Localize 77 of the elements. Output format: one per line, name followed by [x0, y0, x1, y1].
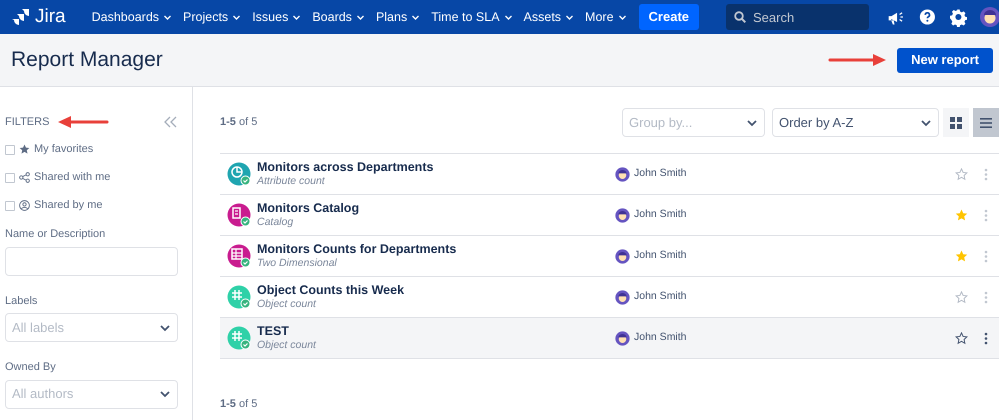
- nav-menu[interactable]: More: [585, 8, 627, 26]
- settings-icon[interactable]: [950, 7, 968, 27]
- create-button[interactable]: Create: [638, 4, 699, 30]
- jira-logo-icon: [10, 9, 30, 25]
- logo-text: Jira: [35, 4, 66, 29]
- avatar-icon: [615, 290, 630, 304]
- star-icon[interactable]: [955, 250, 968, 262]
- nav-menu[interactable]: Assets: [524, 8, 574, 26]
- view-toggle[interactable]: [973, 108, 999, 137]
- help-icon[interactable]: [919, 7, 936, 27]
- nav-menu[interactable]: Projects: [183, 8, 242, 26]
- report-row[interactable]: TEST Object count John Smith: [220, 318, 999, 359]
- chevron-icon: [618, 12, 627, 22]
- report-type: Catalog: [257, 216, 294, 229]
- field-label: Name or Description: [5, 227, 106, 242]
- search-icon: [734, 11, 746, 23]
- avatar-icon: [615, 208, 630, 222]
- author-name: John Smith: [634, 207, 687, 222]
- filters-heading: FILTERS: [5, 114, 50, 130]
- list-view-icon: [980, 116, 992, 128]
- chevron-icon: [411, 12, 420, 22]
- report-name[interactable]: Monitors Catalog: [257, 201, 587, 216]
- field-label: Owned By: [5, 360, 57, 375]
- annotation-arrow: [57, 115, 110, 129]
- name-field[interactable]: [5, 246, 178, 276]
- nav-menu[interactable]: Time to SLA: [431, 8, 513, 26]
- grid-view-icon: [950, 116, 962, 128]
- checkbox[interactable]: [5, 200, 15, 210]
- new-report-button[interactable]: New report: [897, 48, 993, 72]
- more-actions-icon[interactable]: [984, 332, 988, 344]
- order-dropdown[interactable]: Order by A-Z: [772, 108, 939, 137]
- nav-menu[interactable]: Dashboards: [92, 8, 172, 26]
- avatar-icon: [615, 248, 630, 264]
- report-type: Two Dimensional: [257, 257, 338, 270]
- report-name[interactable]: Object Counts this Week: [257, 283, 587, 298]
- filter-label[interactable]: My favorites: [34, 141, 94, 158]
- chevron-icon: [232, 12, 242, 22]
- author-name: John Smith: [634, 166, 687, 182]
- avatar-icon[interactable]: [979, 6, 999, 28]
- avatar-icon: [615, 166, 630, 182]
- nav-menu[interactable]: Issues: [252, 8, 302, 26]
- star-icon[interactable]: [955, 208, 968, 222]
- report-name[interactable]: Monitors Counts for Departments: [257, 242, 587, 257]
- nav-menu[interactable]: Plans: [376, 8, 420, 26]
- author-name: John Smith: [634, 330, 687, 346]
- report-name[interactable]: Monitors across Departments: [257, 160, 587, 175]
- page-title: Report Manager: [11, 47, 164, 74]
- chevron-icon: [504, 12, 513, 22]
- star-icon: [19, 144, 30, 155]
- chevron-icon: [356, 12, 365, 22]
- collapse-icon[interactable]: [164, 116, 178, 128]
- person-icon: [19, 200, 30, 211]
- report-name[interactable]: TEST: [257, 324, 587, 339]
- star-icon[interactable]: [955, 332, 968, 344]
- result-count: 1-5 of 5: [220, 397, 258, 412]
- author-name: John Smith: [634, 289, 687, 304]
- nav-menu[interactable]: Boards: [312, 8, 365, 26]
- search-field[interactable]: Search: [726, 4, 869, 30]
- report-type: Attribute count: [257, 175, 326, 188]
- chevron-icon: [292, 12, 302, 22]
- field-label: Labels: [5, 294, 38, 308]
- filter-label[interactable]: Shared by me: [34, 197, 102, 214]
- report-type: Object count: [257, 298, 318, 311]
- result-count: 1-5 of 5: [220, 115, 258, 130]
- chevron-icon: [163, 12, 172, 22]
- chevron-icon: [565, 12, 574, 22]
- share-icon: [19, 172, 30, 183]
- view-toggle[interactable]: [943, 108, 969, 137]
- report-type: Object count: [257, 339, 318, 352]
- checkbox[interactable]: [5, 144, 15, 154]
- checkbox[interactable]: [5, 172, 15, 182]
- avatar-icon: [615, 330, 630, 346]
- star-icon[interactable]: [955, 168, 968, 180]
- star-icon[interactable]: [955, 290, 968, 304]
- author-name: John Smith: [634, 248, 687, 264]
- annotation-arrow: [828, 53, 888, 67]
- filter-label[interactable]: Shared with me: [34, 169, 110, 186]
